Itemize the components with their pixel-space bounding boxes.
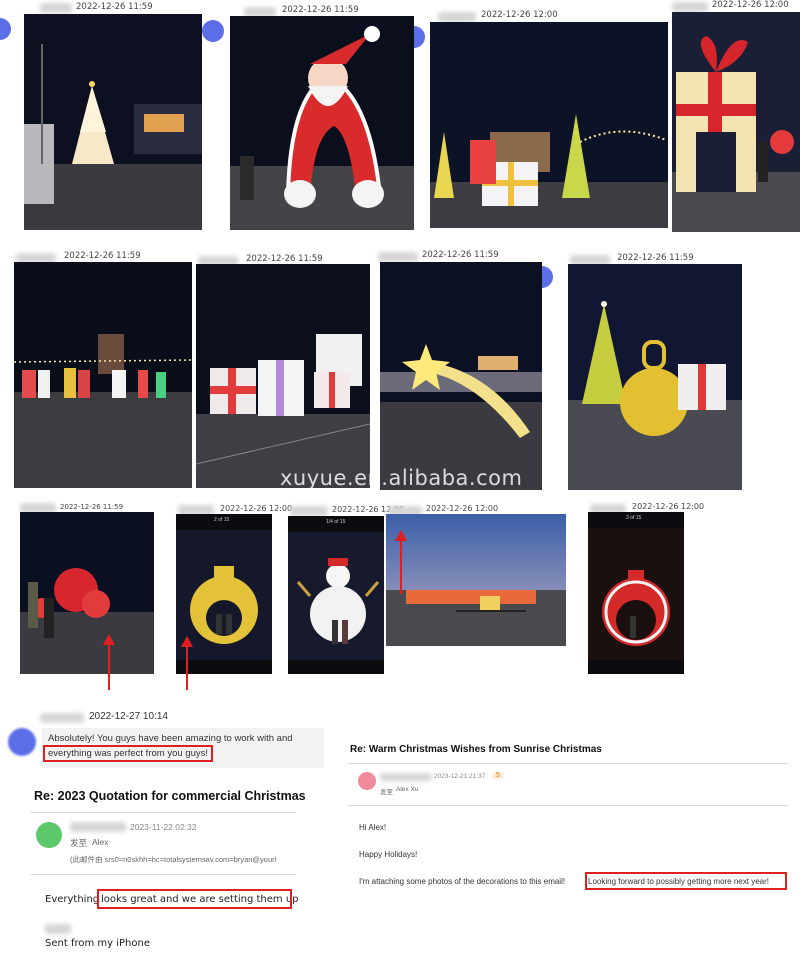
highlight-arrow-head [181, 636, 193, 647]
photo-timestamp: 2022-12-26 12:00 [426, 504, 499, 513]
photo-timestamp: 2022-12-26 12:00 [632, 502, 705, 511]
photo-timestamp: 2022-12-26 12:00 [712, 0, 789, 10]
email-to-label: 发至 [380, 789, 393, 796]
photo-giant-gift-arch[interactable] [672, 12, 800, 232]
email-date: 2023-11-22 02:32 [130, 822, 197, 832]
sender-name-blurred [672, 2, 708, 12]
email-greeting: Hi Alex! [359, 823, 387, 832]
email-body-text: Everything [45, 894, 100, 905]
phone-counter: 2 of 15 [214, 517, 230, 523]
sender-name-blurred [40, 3, 72, 13]
sender-name-blurred [70, 822, 126, 832]
sender-name-blurred [290, 506, 328, 516]
divider [348, 805, 788, 806]
photo-timestamp: 2022-12-26 12:00 [481, 10, 558, 20]
chat-avatar [8, 728, 36, 756]
phone-counter: 3 of 15 [626, 515, 642, 521]
chat-message-line: Absolutely! You guys have been amazing t… [48, 733, 293, 744]
highlight-arrow-head [395, 530, 407, 541]
photo-christmas-tree-stadium[interactable] [24, 14, 202, 230]
photo-timestamp: 2022-12-26 11:59 [617, 253, 694, 263]
watermark: xuyue.en.alibaba.com [280, 466, 523, 490]
email-to-label: 发至 [70, 838, 88, 848]
photo-timestamp: 2022-12-26 12:00 [220, 504, 293, 513]
photo-timestamp: 2022-12-26 11:59 [282, 5, 359, 15]
photo-gift-and-trees[interactable] [430, 22, 668, 228]
email-to-name: Alex Xu [396, 786, 419, 793]
email-highlight-box [585, 872, 787, 890]
chat-highlight-box [43, 745, 213, 762]
highlight-arrow [400, 538, 402, 594]
sender-avatar [414, 26, 425, 48]
photo-timestamp: 2022-12-26 11:59 [76, 2, 153, 12]
sender-name-blurred [438, 12, 476, 22]
email-highlight-box [97, 889, 292, 909]
divider [348, 763, 788, 764]
email-body-text: Happy Holidays! [359, 850, 418, 859]
email-left-panel [30, 778, 300, 962]
photo-phone-snowman[interactable]: 1/4 of 15 [288, 516, 384, 674]
email-subject: Re: 2023 Quotation for commercial Christ… [34, 789, 306, 803]
email-date: 2023-12-21 21:37 [434, 773, 486, 780]
email-to-name: Alex [92, 837, 109, 847]
photo-timestamp: 2022-12-26 11:59 [64, 251, 141, 261]
photo-timestamp: 2022-12-26 11:59 [60, 503, 124, 511]
sender-avatar [202, 20, 224, 42]
email-subject: Re: Warm Christmas Wishes from Sunrise C… [350, 744, 602, 755]
photo-timestamp: 2022-12-26 11:59 [246, 254, 323, 264]
photo-shooting-star[interactable] [380, 262, 542, 490]
photo-timestamp: 2022-12-26 11:59 [422, 250, 499, 260]
photo-red-ornament-balls[interactable] [20, 512, 154, 674]
email-signature: Sent from my iPhone [45, 938, 150, 949]
sender-avatar [0, 18, 11, 40]
photo-phone-gold-ornament[interactable]: 2 of 15 [176, 514, 272, 674]
sender-avatar [358, 772, 376, 790]
email-forward-note: (此邮件由 srs0=n0skhh=hc=totalsystemsav.com=… [70, 855, 277, 864]
photo-sunset-display[interactable] [386, 514, 566, 646]
divider [30, 874, 296, 875]
sender-name-blurred [40, 713, 84, 723]
photo-lit-characters-row[interactable] [14, 262, 192, 488]
photo-phone-red-ornament[interactable]: 3 of 15 [588, 512, 684, 674]
attachment-count-badge[interactable]: 5 [492, 772, 504, 779]
photo-gift-boxes[interactable] [196, 264, 370, 488]
photo-ornament-ball-tree[interactable] [568, 264, 742, 490]
sender-avatar [542, 266, 553, 288]
sender-name-blurred [378, 252, 418, 262]
photo-santa-arch[interactable] [230, 16, 414, 230]
phone-counter: 1/4 of 15 [326, 519, 346, 525]
sender-name-blurred [380, 773, 432, 781]
sender-name-blurred [45, 924, 71, 934]
chat-timestamp: 2022-12-27 10:14 [89, 711, 168, 722]
divider [30, 812, 296, 813]
highlight-arrow-head [103, 634, 115, 645]
sender-avatar [36, 822, 62, 848]
email-body-text: I'm attaching some photos of the decorat… [359, 877, 566, 886]
